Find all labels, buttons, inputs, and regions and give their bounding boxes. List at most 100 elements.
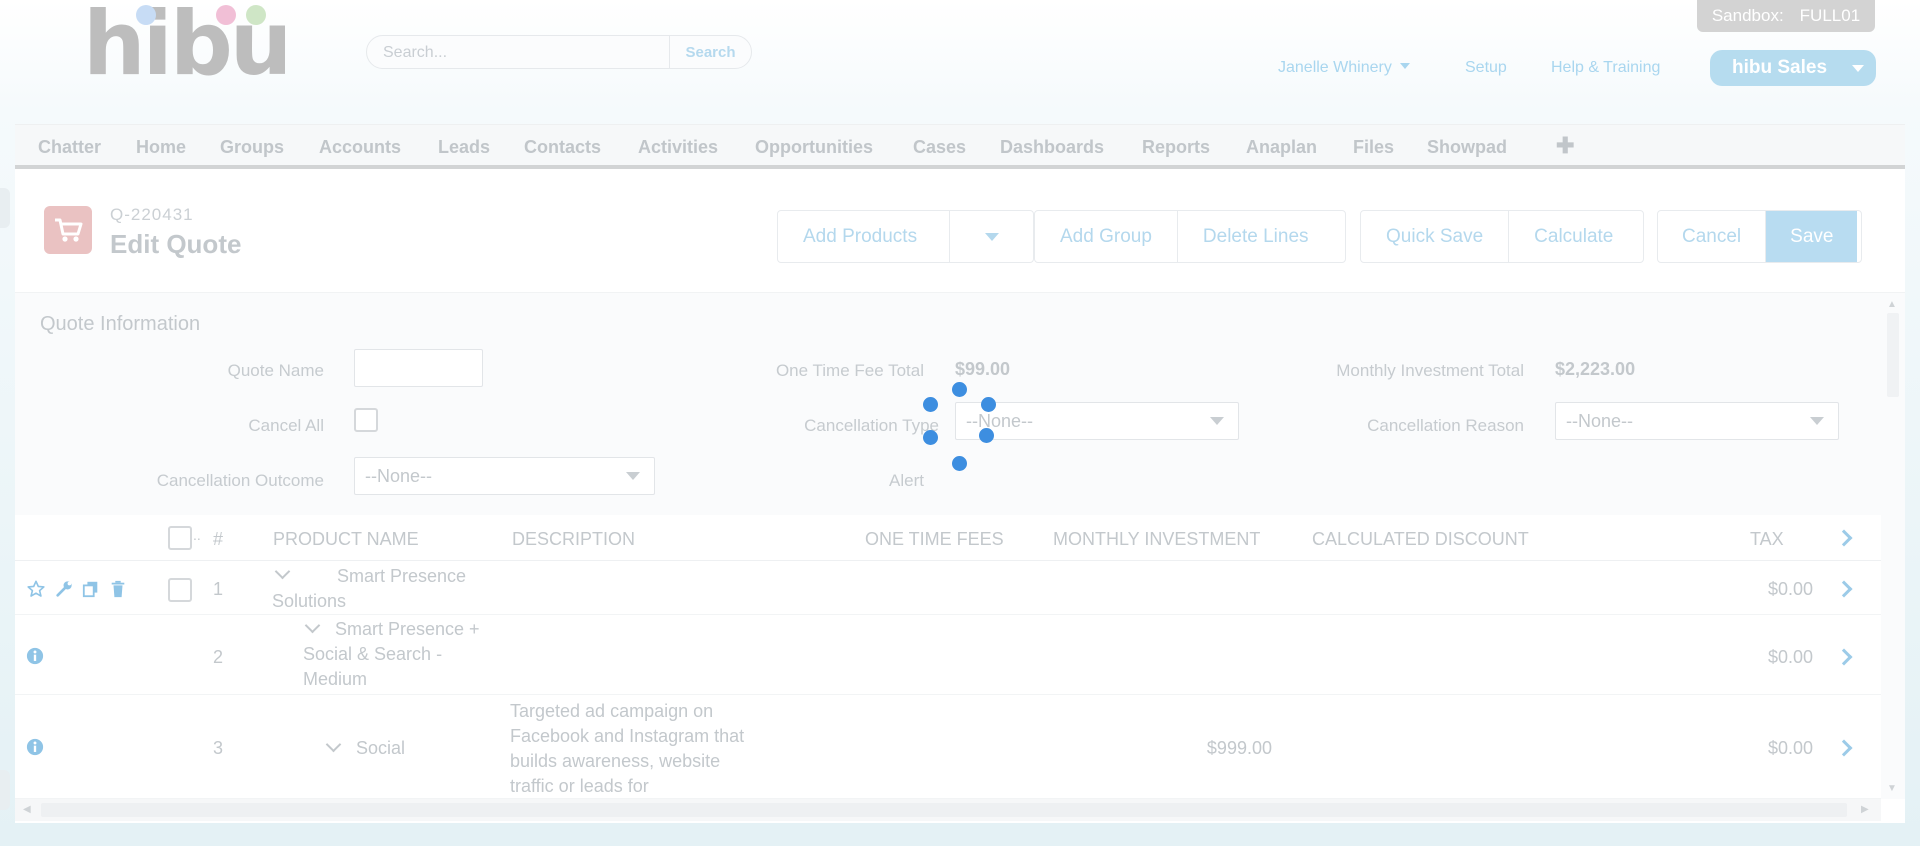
add-group-button[interactable]: Add Group [1035,211,1178,262]
add-products-group: Add Products [777,210,1034,263]
tab-cases[interactable]: Cases [913,137,966,158]
app-switcher-label: hibu Sales [1732,57,1828,78]
search-button[interactable]: Search [669,36,751,68]
info-icon[interactable] [26,738,44,756]
user-menu[interactable]: Janelle Whinery [1278,59,1410,77]
cancellation-outcome-select[interactable]: --None-- [354,457,655,495]
tax-value: $0.00 [1767,738,1813,758]
tab-reports[interactable]: Reports [1142,137,1210,158]
tab-activities[interactable]: Activities [638,137,718,158]
chevron-right-icon[interactable] [1835,739,1853,757]
monthly-investment-value: $999.00 [1206,738,1272,758]
cancellation-reason-label: Cancellation Reason [1367,416,1524,435]
horizontal-scroll-thumb[interactable] [41,803,1847,817]
shopping-cart-icon [44,206,92,254]
tax-value: $0.00 [1767,647,1813,667]
col-calculated-discount[interactable]: CALCULATED DISCOUNT [1312,529,1529,550]
col-monthly-investment[interactable]: MONTHLY INVESTMENT [1053,529,1260,550]
star-icon[interactable] [27,580,45,598]
tab-home[interactable]: Home [136,137,186,158]
cancellation-reason-select[interactable]: --None-- [1555,402,1839,440]
col-tax[interactable]: TAX [1750,529,1784,550]
wrench-icon[interactable] [55,580,73,598]
chevron-down-icon[interactable] [325,736,342,753]
tab-contacts[interactable]: Contacts [524,137,601,158]
commit-actions: Cancel Save [1657,210,1862,263]
save-actions: Quick Save Calculate [1360,210,1644,263]
app-switcher[interactable]: hibu Sales [1710,50,1876,86]
spinner-dot [979,428,994,443]
help-training-link[interactable]: Help & Training [1551,59,1660,77]
col-description[interactable]: DESCRIPTION [512,529,635,550]
select-all-checkbox[interactable] [168,526,192,550]
tab-files[interactable]: Files [1353,137,1394,158]
cancellation-outcome-label: Cancellation Outcome [156,471,324,490]
tab-accounts[interactable]: Accounts [319,137,401,158]
chevron-right-icon[interactable] [1835,529,1853,547]
scroll-left-icon[interactable]: ◀ [23,804,31,815]
tab-anaplan[interactable]: Anaplan [1246,137,1317,158]
setup-link[interactable]: Setup [1465,59,1507,77]
scroll-right-icon[interactable]: ▶ [1861,804,1869,815]
cancel-all-label: Cancel All [248,416,324,435]
vertical-scroll-thumb[interactable] [1887,313,1899,397]
chevron-down-icon [1210,417,1224,425]
horizontal-scrollbar[interactable]: ◀ ▶ [15,799,1881,821]
add-products-button[interactable]: Add Products [778,211,950,262]
cancellation-outcome-value: --None-- [365,465,433,486]
col-one-time-fees[interactable]: ONE TIME FEES [865,529,1004,550]
table-row: 1 Smart Presence Solutions $0.00 [15,561,1881,615]
product-name: Smart Presence Solutions [272,566,467,611]
page-header: Q-220431 Edit Quote Add Products Add Gro… [15,169,1905,293]
section-title: Quote Information [40,313,201,335]
tab-chatter[interactable]: Chatter [38,137,101,158]
col-select-ellipsis: .. [193,527,201,543]
tab-groups[interactable]: Groups [220,137,284,158]
main-tab-bar: Chatter Home Groups Accounts Leads Conta… [15,124,1905,169]
quick-save-button[interactable]: Quick Save [1361,211,1510,262]
col-product-name[interactable]: PRODUCT NAME [273,529,419,550]
tax-value: $0.00 [1767,579,1813,599]
monthly-investment-total-value: $2,223.00 [1555,359,1636,379]
scroll-up-icon[interactable]: ▲ [1887,299,1897,310]
table-row: 3 Social Targeted ad campaign on Faceboo… [15,695,1881,799]
tab-showpad[interactable]: Showpad [1427,137,1507,158]
add-products-menu-button[interactable] [950,211,1033,262]
global-search: Search [366,35,752,69]
cancel-button[interactable]: Cancel [1658,211,1767,262]
calculate-button[interactable]: Calculate [1509,211,1638,262]
line-items-header: .. # PRODUCT NAME DESCRIPTION ONE TIME F… [15,515,1881,561]
delete-lines-button[interactable]: Delete Lines [1178,211,1334,262]
cancellation-reason-value: --None-- [1566,410,1634,431]
left-sidebar-toggle-bottom[interactable] [0,770,10,810]
clone-icon[interactable] [82,580,100,598]
col-num: # [213,529,224,549]
sandbox-name: FULL01 [1799,6,1861,25]
scroll-down-icon[interactable]: ▼ [1887,783,1897,794]
add-tab-plus-icon[interactable]: ✚ [1556,133,1574,159]
row-select-checkbox[interactable] [168,578,192,602]
search-input[interactable] [383,42,663,64]
tab-dashboards[interactable]: Dashboards [1000,137,1104,158]
product-name: Smart Presence + Social & Search - Mediu… [303,619,480,689]
left-sidebar-toggle-top[interactable] [0,188,10,228]
alert-label: Alert [889,471,924,490]
table-row: 2 Smart Presence + Social & Search - Med… [15,615,1881,695]
row-number: 2 [213,647,224,667]
hibu-logo[interactable]: hibu [83,0,292,88]
vertical-scrollbar[interactable]: ▲ ▼ [1881,293,1905,799]
spinner-dot [981,397,996,412]
cancel-all-checkbox[interactable] [354,408,378,432]
cancellation-type-label: Cancellation Type [804,416,939,435]
trash-icon[interactable] [110,580,126,598]
quote-name-field[interactable] [354,349,483,387]
chevron-right-icon[interactable] [1835,648,1853,666]
user-menu-label: Janelle Whinery [1278,59,1392,76]
tab-opportunities[interactable]: Opportunities [755,137,873,158]
save-button[interactable]: Save [1766,211,1858,262]
info-icon[interactable] [26,647,44,665]
tab-leads[interactable]: Leads [438,137,490,158]
one-time-fee-total-label: One Time Fee Total [775,361,924,380]
chevron-right-icon[interactable] [1835,580,1853,598]
quote-name-label: Quote Name [227,361,324,380]
